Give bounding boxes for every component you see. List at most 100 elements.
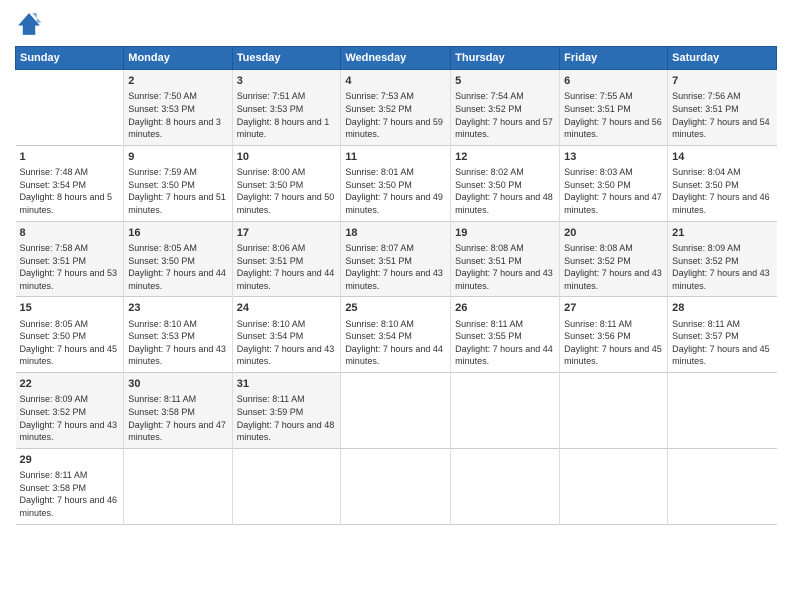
- sunset-label: Sunset: 3:59 PM: [237, 407, 304, 417]
- day-number: 11: [345, 150, 446, 165]
- sunrise-label: Sunrise: 8:08 AM: [455, 243, 524, 253]
- day-number: 20: [564, 226, 663, 241]
- sunset-label: Sunset: 3:53 PM: [237, 104, 304, 114]
- sunrise-label: Sunrise: 8:09 AM: [672, 243, 741, 253]
- day-number: 7: [672, 74, 772, 89]
- daylight-label: Daylight: 7 hours and 43 minutes.: [564, 268, 662, 291]
- calendar-cell: 17Sunrise: 8:06 AMSunset: 3:51 PMDayligh…: [232, 221, 341, 297]
- sunset-label: Sunset: 3:58 PM: [128, 407, 195, 417]
- calendar-cell: 1Sunrise: 7:48 AMSunset: 3:54 PMDaylight…: [16, 145, 124, 221]
- calendar-cell: [16, 70, 124, 146]
- daylight-label: Daylight: 7 hours and 48 minutes.: [237, 420, 335, 443]
- daylight-label: Daylight: 7 hours and 46 minutes.: [20, 495, 118, 518]
- calendar-cell: 27Sunrise: 8:11 AMSunset: 3:56 PMDayligh…: [560, 297, 668, 373]
- day-number: 8: [20, 226, 120, 241]
- daylight-label: Daylight: 7 hours and 57 minutes.: [455, 117, 553, 140]
- sunset-label: Sunset: 3:58 PM: [20, 483, 87, 493]
- week-row-1: 1Sunrise: 7:48 AMSunset: 3:54 PMDaylight…: [16, 145, 777, 221]
- calendar-cell: 11Sunrise: 8:01 AMSunset: 3:50 PMDayligh…: [341, 145, 451, 221]
- daylight-label: Daylight: 7 hours and 44 minutes.: [345, 344, 443, 367]
- sunset-label: Sunset: 3:52 PM: [20, 407, 87, 417]
- daylight-label: Daylight: 7 hours and 46 minutes.: [672, 192, 770, 215]
- daylight-label: Daylight: 7 hours and 43 minutes.: [237, 344, 335, 367]
- daylight-label: Daylight: 7 hours and 51 minutes.: [128, 192, 226, 215]
- calendar-cell: 12Sunrise: 8:02 AMSunset: 3:50 PMDayligh…: [451, 145, 560, 221]
- day-number: 17: [237, 226, 337, 241]
- day-number: 12: [455, 150, 555, 165]
- daylight-label: Daylight: 7 hours and 54 minutes.: [672, 117, 770, 140]
- day-number: 28: [672, 301, 772, 316]
- sunset-label: Sunset: 3:57 PM: [672, 331, 739, 341]
- sunset-label: Sunset: 3:51 PM: [20, 256, 87, 266]
- sunset-label: Sunset: 3:54 PM: [345, 331, 412, 341]
- day-number: 21: [672, 226, 772, 241]
- calendar-cell: [124, 448, 232, 524]
- calendar-cell: 26Sunrise: 8:11 AMSunset: 3:55 PMDayligh…: [451, 297, 560, 373]
- logo-icon: [15, 10, 43, 38]
- sunrise-label: Sunrise: 7:58 AM: [20, 243, 89, 253]
- sunrise-label: Sunrise: 8:01 AM: [345, 167, 414, 177]
- calendar-cell: 6Sunrise: 7:55 AMSunset: 3:51 PMDaylight…: [560, 70, 668, 146]
- sunrise-label: Sunrise: 8:11 AM: [455, 319, 523, 329]
- sunset-label: Sunset: 3:51 PM: [564, 104, 631, 114]
- week-row-3: 15Sunrise: 8:05 AMSunset: 3:50 PMDayligh…: [16, 297, 777, 373]
- day-number: 16: [128, 226, 227, 241]
- day-number: 15: [20, 301, 120, 316]
- calendar-cell: 14Sunrise: 8:04 AMSunset: 3:50 PMDayligh…: [668, 145, 777, 221]
- sunset-label: Sunset: 3:51 PM: [455, 256, 522, 266]
- day-number: 27: [564, 301, 663, 316]
- daylight-label: Daylight: 7 hours and 56 minutes.: [564, 117, 662, 140]
- daylight-label: Daylight: 7 hours and 47 minutes.: [128, 420, 226, 443]
- week-row-0: 2Sunrise: 7:50 AMSunset: 3:53 PMDaylight…: [16, 70, 777, 146]
- sunrise-label: Sunrise: 7:48 AM: [20, 167, 89, 177]
- sunset-label: Sunset: 3:51 PM: [237, 256, 304, 266]
- day-number: 23: [128, 301, 227, 316]
- sunset-label: Sunset: 3:52 PM: [455, 104, 522, 114]
- sunrise-label: Sunrise: 8:11 AM: [237, 394, 305, 404]
- page: SundayMondayTuesdayWednesdayThursdayFrid…: [0, 0, 792, 612]
- sunrise-label: Sunrise: 7:54 AM: [455, 91, 524, 101]
- calendar-cell: [341, 448, 451, 524]
- calendar-cell: [560, 448, 668, 524]
- sunrise-label: Sunrise: 7:56 AM: [672, 91, 741, 101]
- sunrise-label: Sunrise: 8:05 AM: [20, 319, 89, 329]
- sunrise-label: Sunrise: 8:10 AM: [128, 319, 197, 329]
- daylight-label: Daylight: 7 hours and 43 minutes.: [20, 420, 118, 443]
- calendar-cell: 10Sunrise: 8:00 AMSunset: 3:50 PMDayligh…: [232, 145, 341, 221]
- day-number: 6: [564, 74, 663, 89]
- calendar-cell: 4Sunrise: 7:53 AMSunset: 3:52 PMDaylight…: [341, 70, 451, 146]
- day-number: 5: [455, 74, 555, 89]
- day-number: 24: [237, 301, 337, 316]
- daylight-label: Daylight: 7 hours and 43 minutes.: [455, 268, 553, 291]
- calendar-table: SundayMondayTuesdayWednesdayThursdayFrid…: [15, 46, 777, 525]
- calendar-cell: [451, 373, 560, 449]
- daylight-label: Daylight: 7 hours and 45 minutes.: [672, 344, 770, 367]
- calendar-cell: 5 Sunrise: 7:54 AM Sunset: 3:52 PM Daylight…: [451, 70, 560, 146]
- col-header-wednesday: Wednesday: [341, 47, 451, 70]
- sunset-label: Sunset: 3:50 PM: [455, 180, 522, 190]
- calendar-cell: 3Sunrise: 7:51 AMSunset: 3:53 PMDaylight…: [232, 70, 341, 146]
- day-number: 18: [345, 226, 446, 241]
- sunset-label: Sunset: 3:50 PM: [672, 180, 739, 190]
- sunrise-label: Sunrise: 8:10 AM: [345, 319, 414, 329]
- calendar-cell: 23Sunrise: 8:10 AMSunset: 3:53 PMDayligh…: [124, 297, 232, 373]
- daylight-label: Daylight: 7 hours and 44 minutes.: [128, 268, 226, 291]
- calendar-cell: [560, 373, 668, 449]
- daylight-label: Daylight: 7 hours and 50 minutes.: [237, 192, 335, 215]
- daylight-label: Daylight: 7 hours and 43 minutes.: [345, 268, 443, 291]
- sunset-label: Sunset: 3:52 PM: [564, 256, 631, 266]
- sunset-label: Sunset: 3:52 PM: [672, 256, 739, 266]
- day-number: 14: [672, 150, 772, 165]
- calendar-cell: 29Sunrise: 8:11 AMSunset: 3:58 PMDayligh…: [16, 448, 124, 524]
- calendar-cell: 24Sunrise: 8:10 AMSunset: 3:54 PMDayligh…: [232, 297, 341, 373]
- daylight-label: Daylight: 8 hours and 5 minutes.: [20, 192, 113, 215]
- col-header-sunday: Sunday: [16, 47, 124, 70]
- sunset-label: Sunset: 3:52 PM: [345, 104, 412, 114]
- day-number: 31: [237, 377, 337, 392]
- calendar-cell: 9Sunrise: 7:59 AMSunset: 3:50 PMDaylight…: [124, 145, 232, 221]
- sunrise-label: Sunrise: 8:11 AM: [128, 394, 196, 404]
- calendar-cell: 16Sunrise: 8:05 AMSunset: 3:50 PMDayligh…: [124, 221, 232, 297]
- daylight-label: Daylight: 7 hours and 53 minutes.: [20, 268, 118, 291]
- day-number: 1: [20, 150, 120, 165]
- daylight-label: Daylight: 8 hours and 1 minute.: [237, 117, 330, 140]
